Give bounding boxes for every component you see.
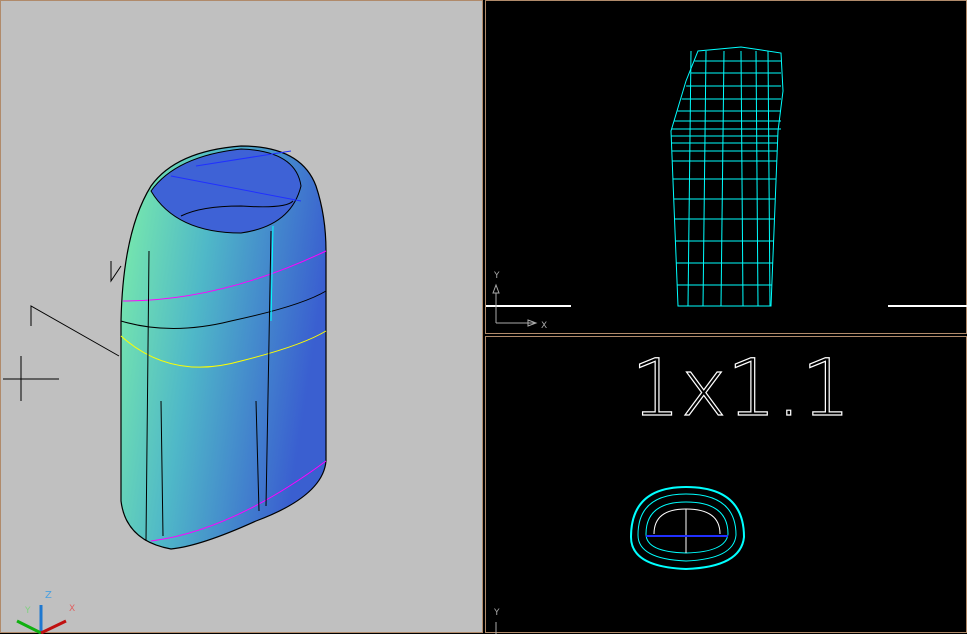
ucs-icon-2d: Y (493, 608, 500, 634)
top-wireframe-canvas: 1x1.1 Y (493, 343, 851, 634)
shaded-model-canvas: Z Y X (3, 145, 327, 634)
bottle-wireframe-top (629, 485, 746, 571)
ucs-y-label: Y (493, 271, 500, 281)
cursor-crosshair (3, 261, 122, 401)
bottle-solid (120, 145, 327, 550)
viewport-front-wireframe[interactable]: Y X (485, 0, 967, 334)
ucs-icon-2d: Y X (492, 271, 547, 331)
ucs-y-label: Y (493, 608, 500, 618)
viewport-3d-shaded[interactable]: Z Y X (0, 0, 483, 634)
scale-annotation: 1x1.1 (631, 344, 851, 434)
bottle-wireframe-front (670, 46, 784, 307)
viewport-top-wireframe[interactable]: 1x1.1 Y (485, 336, 967, 634)
ucs-icon-3d: Z Y X (16, 590, 75, 634)
ucs-x-label: X (541, 321, 547, 331)
front-wireframe-canvas: Y X (486, 46, 967, 331)
ucs-x-label: X (69, 604, 75, 614)
ucs-z-label: Z (45, 590, 52, 601)
ucs-y-label: Y (24, 606, 31, 616)
